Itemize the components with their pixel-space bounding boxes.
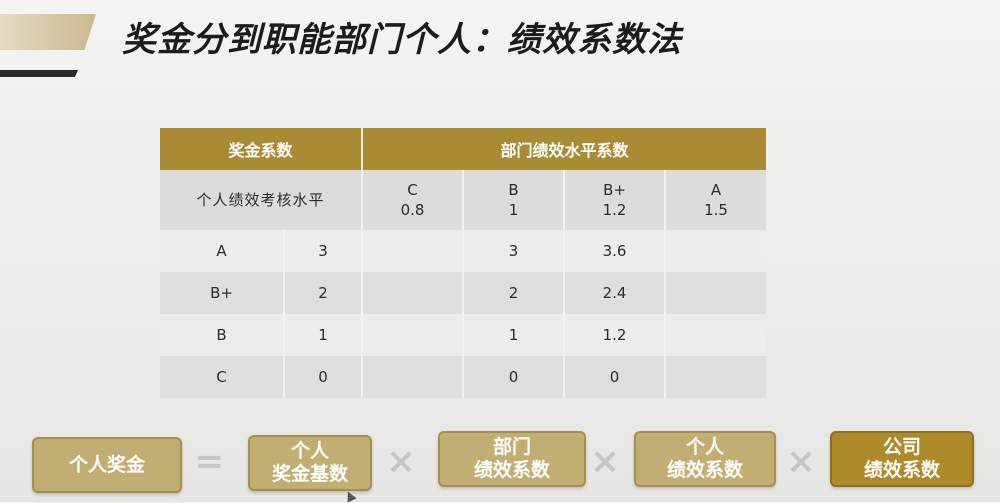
row-coefficient: 2 xyxy=(284,272,364,314)
table-cell: 3 xyxy=(463,230,566,272)
table-row: C 0 0 0 xyxy=(160,356,767,398)
personal-bonus-box: 个人奖金 xyxy=(32,437,182,493)
term-line: 部门 xyxy=(492,436,531,458)
multiply-sign: × xyxy=(590,441,621,482)
table-row: B+ 2 2 2.4 xyxy=(160,272,767,314)
table-row: B 1 1 1.2 xyxy=(160,314,767,356)
table-cell: 0 xyxy=(463,356,566,398)
subheader-personal-performance-level: 个人绩效考核水平 xyxy=(160,170,364,230)
table-cell xyxy=(665,356,767,398)
row-grade: C xyxy=(160,356,285,398)
table-cell: 3.6 xyxy=(564,230,667,272)
personal-bonus-label: 个人奖金 xyxy=(68,453,145,476)
dept-level-bplus: B+ 1.2 xyxy=(564,170,667,230)
header-dept-performance-coefficient: 部门绩效水平系数 xyxy=(362,128,767,170)
row-grade: B xyxy=(160,314,285,356)
term-line: 奖金基数 xyxy=(271,463,348,485)
table-cell xyxy=(665,230,767,272)
table-row: A 3 3 3.6 xyxy=(160,230,767,272)
company-performance-coefficient-box: 公司 绩效系数 xyxy=(830,431,974,487)
multiply-sign: × xyxy=(786,441,817,482)
table-cell xyxy=(665,272,767,314)
table-header-row: 奖金系数 部门绩效水平系数 xyxy=(160,128,767,170)
term-line: 公司 xyxy=(882,436,921,458)
term-line: 个人 xyxy=(290,440,329,462)
table-subheader-row: 个人绩效考核水平 C 0.8 B1 B+ 1.2 A 1.5 xyxy=(160,170,767,230)
row-coefficient: 1 xyxy=(284,314,364,356)
table-cell: 0 xyxy=(564,356,667,398)
slide-title: 奖金分到职能部门个人：绩效系数法 xyxy=(122,20,682,60)
personal-bonus-base-box: 个人 奖金基数 xyxy=(248,435,372,491)
personal-performance-coefficient-box: 个人 绩效系数 xyxy=(634,431,776,487)
row-coefficient: 0 xyxy=(284,356,364,398)
table-cell: 1 xyxy=(463,314,566,356)
dept-level-a: A 1.5 xyxy=(665,170,767,230)
term-line: 个人 xyxy=(685,436,724,458)
table-cell xyxy=(362,314,465,356)
dept-level-b: B1 xyxy=(463,170,566,230)
term-line: 绩效系数 xyxy=(863,459,940,481)
term-line: 绩效系数 xyxy=(473,459,550,481)
row-grade: A xyxy=(160,230,285,272)
equals-sign: = xyxy=(194,441,225,482)
table-cell: 1.2 xyxy=(564,314,667,356)
table-cell xyxy=(362,272,465,314)
row-coefficient: 3 xyxy=(284,230,364,272)
multiply-sign: × xyxy=(386,441,417,482)
table-cell xyxy=(362,356,465,398)
decorative-corner-shape xyxy=(0,14,96,50)
header-bonus-coefficient: 奖金系数 xyxy=(160,128,364,170)
term-line: 绩效系数 xyxy=(666,459,743,481)
bonus-coefficient-table: 奖金系数 部门绩效水平系数 个人绩效考核水平 C 0.8 B1 B+ 1.2 A 1.… xyxy=(160,128,767,398)
table-cell xyxy=(362,230,465,272)
table-cell: 2 xyxy=(463,272,566,314)
dept-performance-coefficient-box: 部门 绩效系数 xyxy=(438,431,586,487)
table-cell xyxy=(665,314,767,356)
table-cell: 2.4 xyxy=(564,272,667,314)
dept-level-c: C 0.8 xyxy=(362,170,465,230)
row-grade: B+ xyxy=(160,272,285,314)
decorative-title-underline xyxy=(0,70,78,77)
mouse-cursor-icon xyxy=(343,489,357,503)
